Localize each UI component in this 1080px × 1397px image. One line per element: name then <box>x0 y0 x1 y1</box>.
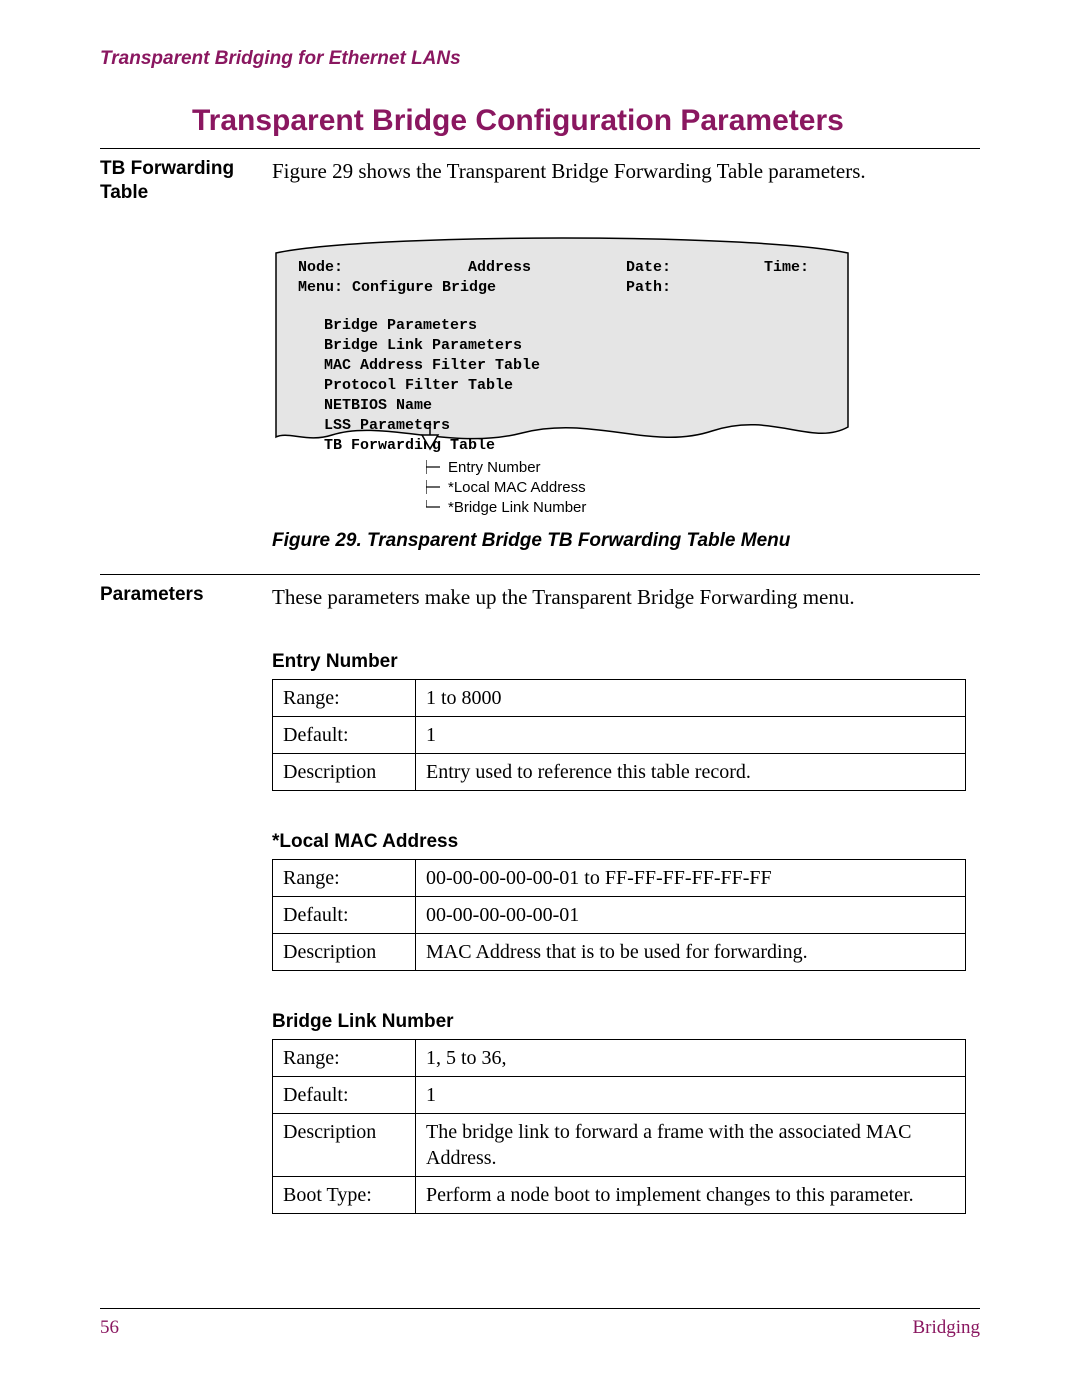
menu-item: MAC Address Filter Table <box>324 357 818 375</box>
param-heading: Bridge Link Number <box>272 1011 980 1033</box>
section1-body: Figure 29 shows the Transparent Bridge F… <box>272 157 980 185</box>
param-key: Default: <box>273 716 416 753</box>
param-key: Description <box>273 933 416 970</box>
param-value: The bridge link to forward a frame with … <box>416 1113 966 1176</box>
menu-address-label: Address <box>468 259 626 277</box>
param-key: Range: <box>273 679 416 716</box>
figure-29: Node: Address Date: Time: Menu: Configur… <box>272 231 852 516</box>
page-title: Transparent Bridge Configuration Paramet… <box>192 104 980 138</box>
figure-caption: Figure 29. Transparent Bridge TB Forward… <box>272 530 980 552</box>
param-value: 1 <box>416 716 966 753</box>
param-value: Perform a node boot to implement changes… <box>416 1176 966 1213</box>
menu-time-label: Time: <box>764 259 809 277</box>
param-key: Description <box>273 753 416 790</box>
param-key: Default: <box>273 1076 416 1113</box>
menu-menu-label: Menu: Configure Bridge <box>298 279 626 297</box>
callouts: Entry Number *Local MAC Address *Bridge … <box>426 459 852 516</box>
menu-item: NETBIOS Name <box>324 397 818 415</box>
running-header: Transparent Bridging for Ethernet LANs <box>100 48 980 70</box>
param-table-bridge-link: Range:1, 5 to 36, Default:1 DescriptionT… <box>272 1039 966 1214</box>
param-key: Range: <box>273 859 416 896</box>
callout: *Local MAC Address <box>426 479 852 496</box>
menu-item: LSS Parameters <box>324 417 818 435</box>
callout-label: Entry Number <box>448 459 541 476</box>
param-key: Range: <box>273 1039 416 1076</box>
callout-label: *Local MAC Address <box>448 479 586 496</box>
param-key: Boot Type: <box>273 1176 416 1213</box>
param-value: 1 to 8000 <box>416 679 966 716</box>
rule <box>100 148 980 149</box>
footer-section: Bridging <box>912 1317 980 1347</box>
side-label-parameters: Parameters <box>100 583 272 607</box>
menu-card: Node: Address Date: Time: Menu: Configur… <box>272 231 852 455</box>
menu-node-label: Node: <box>298 259 468 277</box>
side-label-tb-forwarding: TB Forwarding Table <box>100 157 272 205</box>
param-key: Default: <box>273 896 416 933</box>
page-number: 56 <box>100 1317 119 1347</box>
param-value: 00-00-00-00-00-01 to FF-FF-FF-FF-FF-FF <box>416 859 966 896</box>
menu-path-label: Path: <box>626 279 671 297</box>
param-value: MAC Address that is to be used for forwa… <box>416 933 966 970</box>
callout: Entry Number <box>426 459 852 476</box>
param-table-local-mac: Range:00-00-00-00-00-01 to FF-FF-FF-FF-F… <box>272 859 966 971</box>
param-heading: Entry Number <box>272 651 980 673</box>
page-footer: 56 Bridging <box>100 1308 980 1347</box>
param-value: 1 <box>416 1076 966 1113</box>
callout-label: *Bridge Link Number <box>448 499 586 516</box>
param-table-entry-number: Range:1 to 8000 Default:1 DescriptionEnt… <box>272 679 966 791</box>
param-value: 00-00-00-00-00-01 <box>416 896 966 933</box>
menu-list: Bridge Parameters Bridge Link Parameters… <box>324 317 818 455</box>
param-value: Entry used to reference this table recor… <box>416 753 966 790</box>
param-key: Description <box>273 1113 416 1176</box>
menu-item: Bridge Parameters <box>324 317 818 335</box>
callout: *Bridge Link Number <box>426 499 852 516</box>
menu-item: Protocol Filter Table <box>324 377 818 395</box>
param-heading: *Local MAC Address <box>272 831 980 853</box>
menu-item: TB Forwarding Table <box>324 437 818 455</box>
rule <box>100 574 980 575</box>
param-value: 1, 5 to 36, <box>416 1039 966 1076</box>
menu-item: Bridge Link Parameters <box>324 337 818 355</box>
menu-date-label: Date: <box>626 259 764 277</box>
section2-body: These parameters make up the Transparent… <box>272 583 980 611</box>
